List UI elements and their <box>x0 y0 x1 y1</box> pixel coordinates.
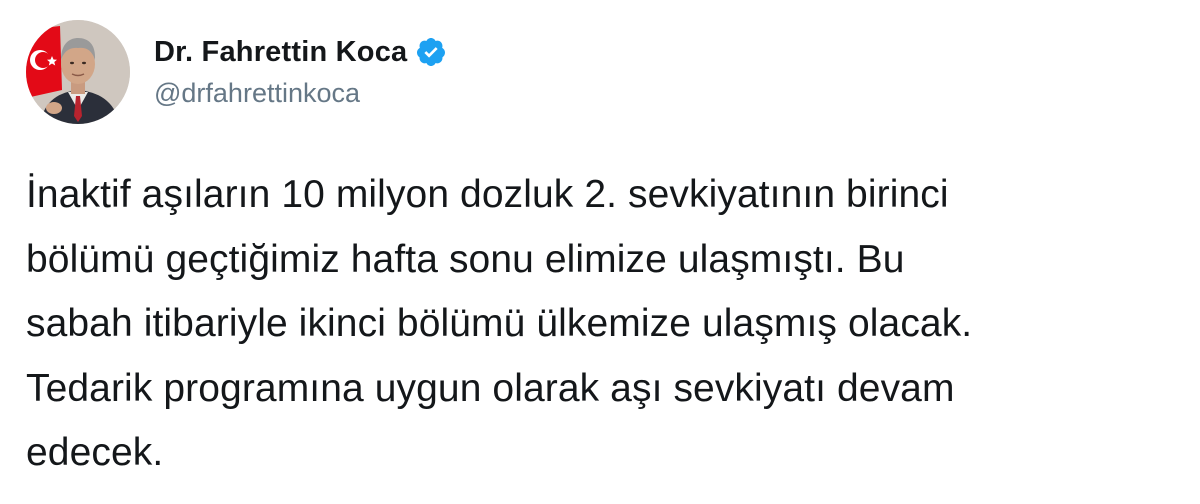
tweet-card: Dr. Fahrettin Koca @drfahrettinkoca İnak… <box>0 0 1200 504</box>
verified-badge-icon <box>415 36 447 68</box>
tweet-header: Dr. Fahrettin Koca @drfahrettinkoca <box>26 20 447 124</box>
display-name[interactable]: Dr. Fahrettin Koca <box>154 34 407 70</box>
name-row: Dr. Fahrettin Koca <box>154 34 447 70</box>
author-identity: Dr. Fahrettin Koca @drfahrettinkoca <box>154 34 447 110</box>
avatar[interactable] <box>26 20 130 124</box>
user-handle[interactable]: @drfahrettinkoca <box>154 76 447 110</box>
tweet-text: İnaktif aşıların 10 milyon dozluk 2. sev… <box>26 173 973 474</box>
profile-photo-icon <box>26 20 130 124</box>
